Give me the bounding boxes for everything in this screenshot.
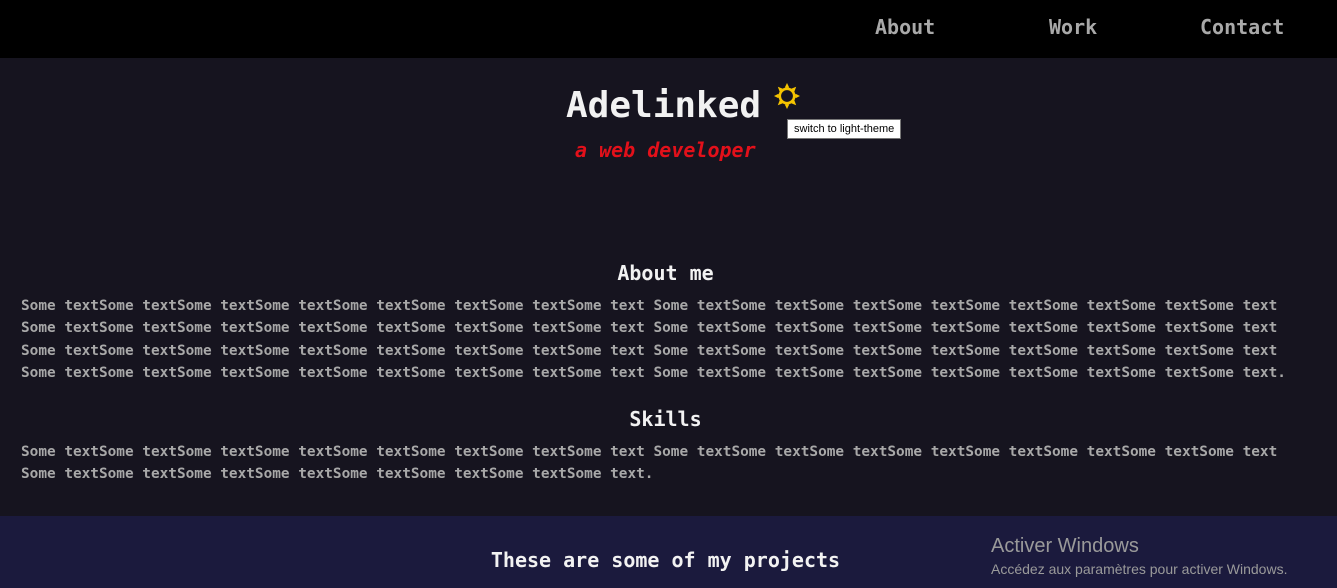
site-subtitle: a web developer [575, 138, 756, 162]
skills-heading: Skills [629, 407, 702, 431]
site-title: Adelinked [566, 85, 762, 126]
skills-text-line: Some textSome textSome textSome textSome… [21, 444, 1278, 460]
watermark-subtitle: Accédez aux paramètres pour activer Wind… [991, 561, 1288, 577]
about-text-line: Some textSome textSome textSome textSome… [21, 364, 1286, 381]
sun-icon [774, 83, 800, 109]
about-text-line: Some textSome textSome textSome textSome… [21, 320, 1278, 337]
nav-link-work[interactable]: Work [1049, 15, 1097, 39]
watermark-title: Activer Windows [991, 535, 1139, 557]
about-text-line: Some textSome textSome textSome textSome… [21, 342, 1278, 359]
theme-toggle-button[interactable] [773, 82, 801, 110]
windows-activation-watermark: Activer Windows Accédez aux paramètres p… [991, 535, 1287, 580]
hero-section: Adelinked switch to light-theme a web de… [0, 58, 1337, 516]
skills-text-line: Some textSome textSome textSome textSome… [21, 466, 654, 483]
theme-toggle-tooltip: switch to light-theme [787, 119, 902, 139]
nav-link-about[interactable]: About [875, 15, 935, 39]
about-text-line: Some textSome textSome textSome textSome… [21, 298, 1278, 314]
top-nav: About Work Contact [0, 0, 1337, 58]
about-text: Some textSome textSome textSome textSome… [21, 295, 1317, 384]
skills-text: Some textSome textSome textSome textSome… [21, 441, 1317, 486]
about-heading: About me [617, 261, 714, 285]
nav-link-contact[interactable]: Contact [1200, 15, 1284, 39]
